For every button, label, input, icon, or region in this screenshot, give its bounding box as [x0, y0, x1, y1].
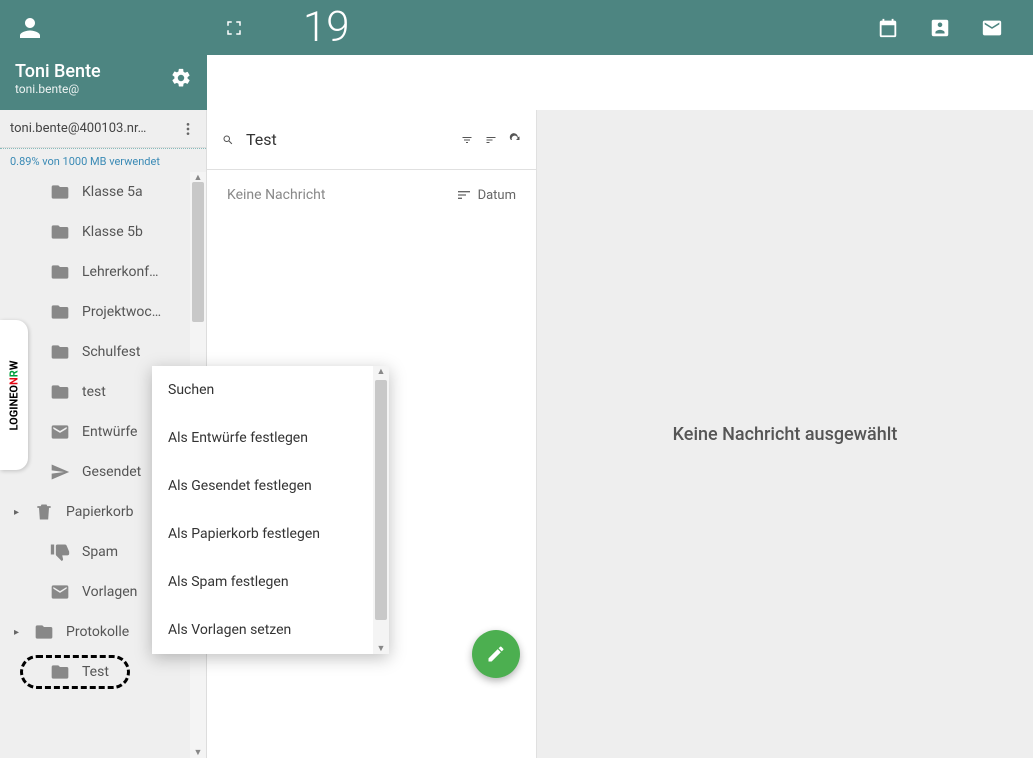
sort-lines-icon — [456, 187, 472, 203]
expand-caret-icon[interactable]: ▸ — [14, 627, 22, 638]
folder-label: Klasse 5a — [82, 184, 143, 200]
search-icon[interactable] — [222, 130, 234, 150]
sort-chip[interactable]: Datum — [456, 187, 516, 203]
folder-label: Test — [82, 664, 109, 680]
folder-icon — [50, 342, 70, 362]
message-list-header: Keine Nachricht Datum — [207, 170, 536, 220]
app-header: 19 — [0, 0, 1033, 55]
folder-icon — [50, 382, 70, 402]
logineo-tab[interactable]: LOGINEONRW — [0, 320, 28, 470]
folder-icon — [50, 262, 70, 282]
mail-icon[interactable] — [981, 17, 1003, 39]
drafts-icon — [50, 422, 70, 442]
compose-fab[interactable] — [472, 630, 520, 678]
profile-name: Toni Bente — [15, 61, 101, 82]
pencil-icon — [486, 644, 506, 664]
gear-icon[interactable] — [170, 67, 192, 89]
search-input[interactable] — [246, 130, 449, 149]
search-bar — [207, 110, 536, 170]
folder-item-klasse5b[interactable]: Klasse 5b — [0, 212, 206, 252]
trash-icon — [34, 502, 54, 522]
fullscreen-icon[interactable] — [225, 19, 243, 37]
folder-icon — [50, 302, 70, 322]
templates-icon — [50, 582, 70, 602]
menu-item-1[interactable]: Als Entwürfe festlegen — [152, 414, 389, 462]
sent-icon — [50, 462, 70, 482]
profile-email: toni.bente@ — [15, 82, 101, 96]
person-icon — [15, 13, 45, 43]
folder-item-test[interactable]: Test — [0, 652, 206, 692]
folder-label: Klasse 5b — [82, 224, 143, 240]
folder-label: Papierkorb — [66, 504, 134, 520]
menu-scroll-up[interactable]: ▲ — [373, 366, 389, 377]
refresh-icon[interactable] — [509, 130, 521, 150]
logineo-brand: LOGINEONRW — [8, 360, 21, 430]
menu-item-5[interactable]: Als Vorlagen setzen — [152, 606, 389, 654]
contacts-icon[interactable] — [929, 17, 951, 39]
expand-caret-icon[interactable]: ▸ — [14, 507, 22, 518]
folder-label: Entwürfe — [82, 424, 137, 440]
empty-message-text: Keine Nachricht — [227, 187, 325, 203]
header-day-number: 19 — [303, 3, 350, 52]
folder-icon — [50, 662, 70, 682]
preview-panel: Keine Nachricht ausgewählt — [537, 110, 1033, 758]
header-actions — [877, 17, 1033, 39]
sort-label: Datum — [478, 188, 516, 203]
folder-label: Lehrerkonf… — [82, 264, 159, 280]
folder-label: Schulfest — [82, 344, 140, 360]
more-vertical-icon[interactable] — [180, 121, 196, 137]
storage-usage: 0.89% von 1000 MB verwendet — [0, 148, 206, 172]
calendar-icon[interactable] — [877, 17, 899, 39]
menu-item-2[interactable]: Als Gesendet festlegen — [152, 462, 389, 510]
header-date: 19 — [303, 3, 350, 52]
filter-icon[interactable] — [461, 130, 473, 150]
menu-item-0[interactable]: Suchen — [152, 366, 389, 414]
scroll-down-arrow[interactable]: ▼ — [190, 747, 206, 758]
menu-scrollbar[interactable]: ▲ ▼ — [373, 366, 389, 654]
menu-scroll-down[interactable]: ▼ — [373, 643, 389, 654]
sort-icon[interactable] — [485, 130, 497, 150]
folder-item-klasse5a[interactable]: Klasse 5a — [0, 172, 206, 212]
profile-block: Toni Bente toni.bente@ — [0, 55, 207, 110]
menu-item-4[interactable]: Als Spam festlegen — [152, 558, 389, 606]
folder-label: Projektwoc… — [82, 304, 161, 320]
menu-item-3[interactable]: Als Papierkorb festlegen — [152, 510, 389, 558]
folder-label: Spam — [82, 544, 118, 560]
folder-item-projektwoc[interactable]: Projektwoc… — [0, 292, 206, 332]
context-menu: ▲ ▼ SuchenAls Entwürfe festlegenAls Gese… — [152, 366, 389, 654]
preview-empty-text: Keine Nachricht ausgewählt — [673, 424, 898, 445]
account-address: toni.bente@400103.nr… — [10, 121, 146, 136]
header-avatar-area — [0, 0, 207, 55]
folder-icon — [50, 222, 70, 242]
account-selector[interactable]: toni.bente@400103.nr… — [0, 110, 206, 148]
folder-label: Gesendet — [82, 464, 141, 480]
folder-icon — [34, 622, 54, 642]
folder-icon — [50, 182, 70, 202]
folder-item-lehrerkonf[interactable]: Lehrerkonf… — [0, 252, 206, 292]
menu-scrollbar-thumb[interactable] — [375, 380, 387, 620]
header-center: 19 — [207, 3, 877, 52]
spam-icon — [50, 542, 70, 562]
folder-label: Protokolle — [66, 624, 129, 640]
folder-label: Vorlagen — [82, 584, 137, 600]
folder-label: test — [82, 384, 106, 400]
